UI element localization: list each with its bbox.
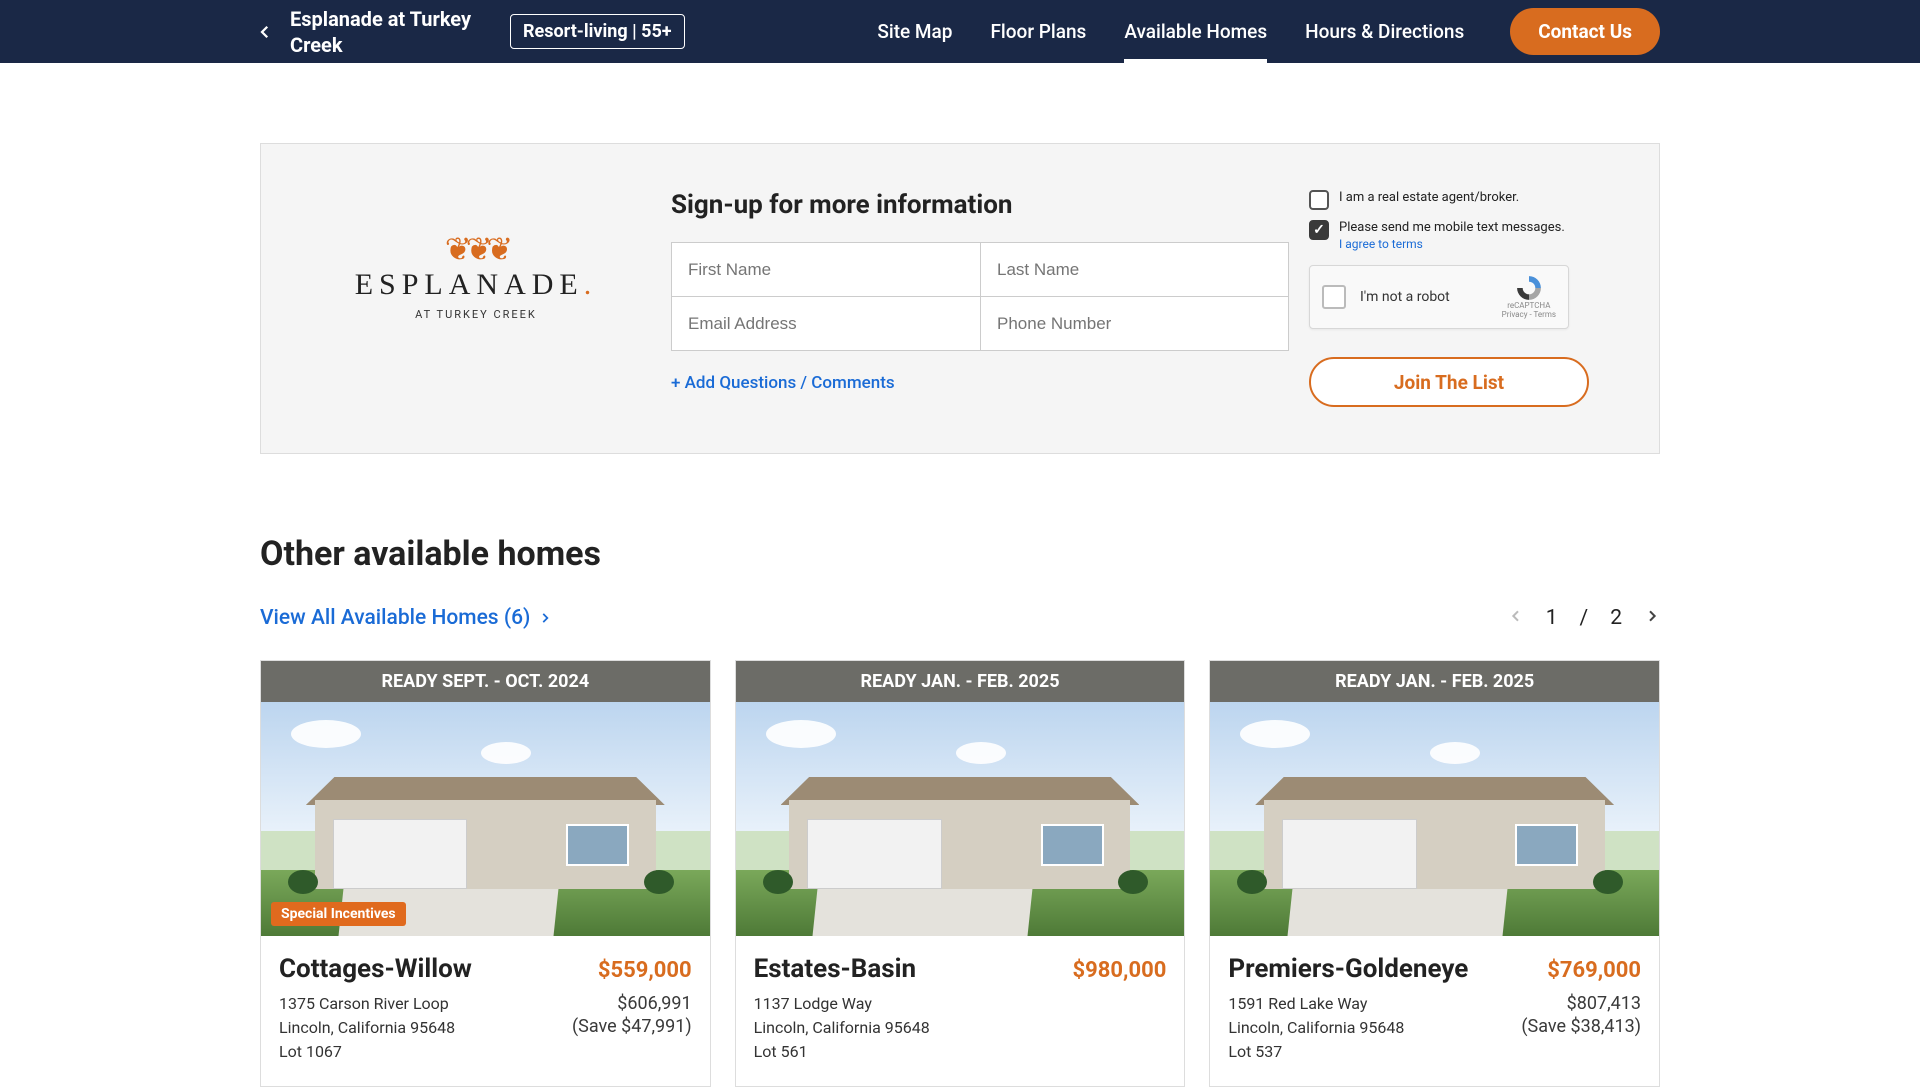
recaptcha-checkbox[interactable] [1322,285,1346,309]
back-icon[interactable] [254,21,276,43]
join-list-button[interactable]: Join The List [1309,357,1589,407]
home-image [1210,702,1659,936]
home-card[interactable]: READY SEPT. - OCT. 2024 Special Incentiv… [260,660,711,1087]
ready-banner: READY JAN. - FEB. 2025 [1210,661,1659,702]
add-comments-link[interactable]: + Add Questions / Comments [671,373,895,393]
price: $769,000 [1547,958,1641,983]
first-name-input[interactable] [671,242,980,297]
savings: (Save $38,413) [1521,1016,1641,1037]
sms-label: Please send me mobile text messages. [1339,220,1565,235]
pager-total: 2 [1610,606,1622,630]
pager-sep: / [1580,606,1589,630]
chevron-right-icon [538,611,552,625]
home-card[interactable]: READY JAN. - FEB. 2025 Premiers-Goldeney… [1209,660,1660,1087]
logo-wordmark: ESPLANADE [355,268,584,301]
address-line-2: Lincoln, California 95648 [279,1016,455,1040]
plan-name: Cottages-Willow [279,954,472,984]
terms-link[interactable]: I agree to terms [1339,237,1565,251]
incentive-badge: Special Incentives [271,902,406,926]
top-nav: Esplanade at Turkey Creek Resort-living … [0,0,1920,63]
signup-options: I am a real estate agent/broker. Please … [1299,190,1629,407]
phone-input[interactable] [980,296,1289,351]
ready-banner: READY JAN. - FEB. 2025 [736,661,1185,702]
home-image: Special Incentives [261,702,710,936]
address-line-1: 1375 Carson River Loop [279,992,455,1016]
community-name: Esplanade at Turkey Creek [290,6,490,58]
home-image [736,702,1185,936]
address-line-1: 1591 Red Lake Way [1228,992,1404,1016]
community-badge: Resort-living | 55+ [510,14,685,49]
recaptcha-widget[interactable]: I'm not a robot reCAPTCHA Privacy - Term… [1309,265,1569,329]
price: $980,000 [1073,958,1167,983]
view-all-link[interactable]: View All Available Homes (6) [260,606,552,630]
price: $559,000 [598,958,692,983]
logo-subtitle: AT TURKEY CREEK [355,308,598,321]
signup-form: Sign-up for more information + Add Quest… [661,190,1299,393]
plan-name: Estates-Basin [754,954,916,984]
nav-floor-plans[interactable]: Floor Plans [990,0,1086,63]
plan-name: Premiers-Goldeneye [1228,954,1468,984]
nav-hours-directions[interactable]: Hours & Directions [1305,0,1464,63]
email-input[interactable] [671,296,980,351]
pager-next-button[interactable] [1644,606,1660,630]
savings: (Save $47,991) [572,1016,692,1037]
address-line-2: Lincoln, California 95648 [754,1016,930,1040]
original-price: $606,991 [572,993,692,1014]
last-name-input[interactable] [980,242,1289,297]
nav-available-homes[interactable]: Available Homes [1124,0,1267,63]
home-card[interactable]: READY JAN. - FEB. 2025 Estates-Basin $98… [735,660,1186,1087]
lot-number: Lot 537 [1228,1040,1404,1064]
logo-trees-icon: ❦❦❦ [355,230,598,268]
community-logo: ❦❦❦ ESPLANADE. AT TURKEY CREEK [291,190,661,360]
signup-panel: ❦❦❦ ESPLANADE. AT TURKEY CREEK Sign-up f… [260,143,1660,454]
section-title: Other available homes [260,534,1660,574]
sms-checkbox[interactable] [1309,220,1329,240]
home-cards: READY SEPT. - OCT. 2024 Special Incentiv… [260,660,1660,1087]
signup-title: Sign-up for more information [671,190,1289,220]
address-line-2: Lincoln, California 95648 [1228,1016,1404,1040]
pager-current: 1 [1546,606,1558,630]
pager-prev-button[interactable] [1508,606,1524,630]
recaptcha-label: I'm not a robot [1360,289,1488,305]
address-line-1: 1137 Lodge Way [754,992,930,1016]
contact-us-button[interactable]: Contact Us [1510,8,1660,55]
nav-site-map[interactable]: Site Map [877,0,952,63]
recaptcha-badge-icon: reCAPTCHA Privacy - Terms [1502,274,1556,320]
chevron-left-icon [1508,608,1524,624]
agent-checkbox[interactable] [1309,190,1329,210]
original-price: $807,413 [1521,993,1641,1014]
chevron-right-icon [1644,608,1660,624]
lot-number: Lot 1067 [279,1040,455,1064]
nav-links: Site Map Floor Plans Available Homes Hou… [877,0,1464,63]
ready-banner: READY SEPT. - OCT. 2024 [261,661,710,702]
pager: 1 / 2 [1508,606,1660,630]
agent-label: I am a real estate agent/broker. [1339,190,1519,205]
lot-number: Lot 561 [754,1040,930,1064]
